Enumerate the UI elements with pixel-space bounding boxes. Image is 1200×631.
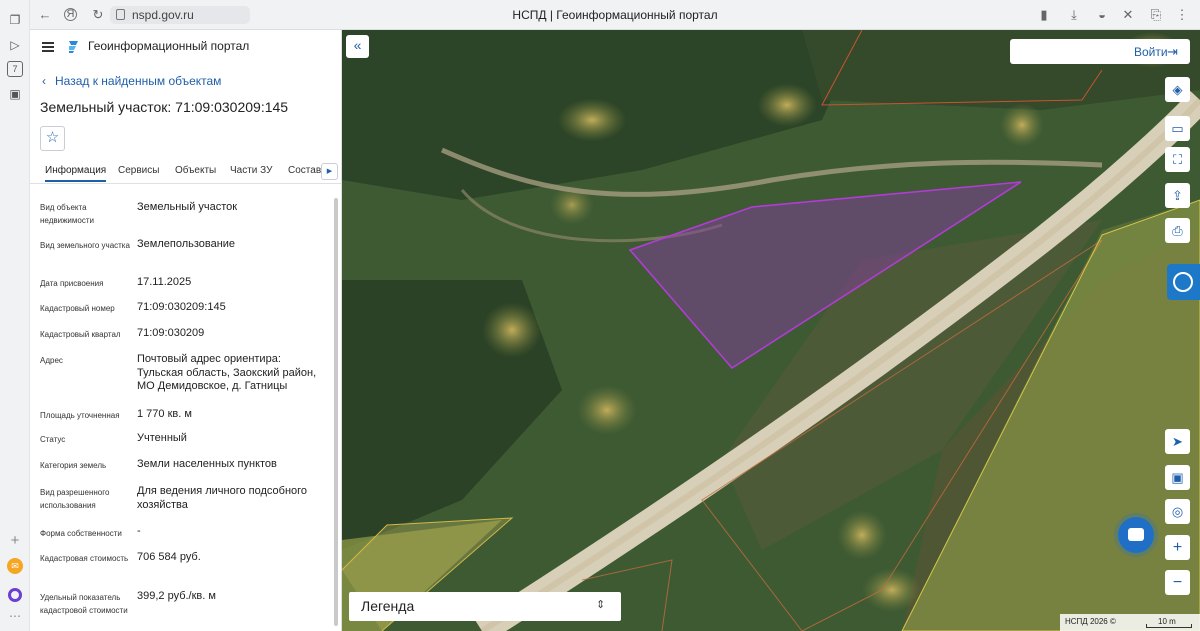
ruler-icon[interactable]: ▭ xyxy=(1165,116,1190,141)
favorite-star-icon[interactable]: ☆ xyxy=(40,126,65,151)
tab-scroll-right-icon[interactable]: ▶ xyxy=(321,163,338,180)
layers-icon[interactable]: ◈ xyxy=(1165,77,1190,102)
chevron-left-icon: ‹ xyxy=(42,74,46,88)
lock-icon xyxy=(116,9,125,20)
map-view[interactable]: « Войти ⇥ ◈ ▭ ⛶ ⇪ ⎙ ➤ ▣ ◎ + − Легенда ⇕ … xyxy=(342,30,1200,631)
field-label: Удельный показатель кадастровой стоимост… xyxy=(40,593,128,615)
field-label: Вид земельного участка xyxy=(40,241,130,250)
field-label: Статус xyxy=(40,435,66,444)
zoom-in-icon[interactable]: + xyxy=(1165,535,1190,560)
object-title: Земельный участок: 71:09:030209:145 xyxy=(40,99,289,115)
field-value: 399,2 руб./кв. м xyxy=(137,590,216,602)
field-label: Вид объекта недвижимости xyxy=(40,203,94,225)
field-value: - xyxy=(137,525,141,537)
browser-sidebar: ❐ ▷ 7 ▣ + ✉ ⋯ xyxy=(0,0,30,631)
scale-bar xyxy=(1146,624,1192,628)
share-icon[interactable]: ⎘ xyxy=(1148,7,1164,23)
field-value: 71:09:030209:145 xyxy=(137,301,226,313)
info-panel: Геоинформационный портал ‹ Назад к найден… xyxy=(30,30,342,631)
back-link-label: Назад к найденным объектам xyxy=(55,74,222,88)
field-label: Адрес xyxy=(40,356,63,365)
calendar-icon[interactable]: 7 xyxy=(7,61,23,77)
field-value: 1 770 кв. м xyxy=(137,408,192,420)
address-text: nspd.gov.ru xyxy=(132,8,194,22)
collapse-panel-icon[interactable]: « xyxy=(346,35,369,58)
tab-information[interactable]: Информация xyxy=(45,165,107,182)
field-label: Кадастровая стоимость xyxy=(40,554,129,563)
geolocation-icon[interactable]: ➤ xyxy=(1165,429,1190,454)
share-map-icon[interactable]: ⇪ xyxy=(1165,183,1190,208)
download-icon[interactable]: ⤓ xyxy=(1066,7,1082,23)
calendar-day: 7 xyxy=(12,64,18,74)
legend-select[interactable]: Легенда ⇕ xyxy=(349,592,621,621)
chat-button-icon[interactable] xyxy=(1118,517,1154,553)
panel-scrollbar[interactable] xyxy=(334,198,338,626)
more-icon[interactable]: ⋯ xyxy=(7,608,23,624)
location-search-icon[interactable]: ◎ xyxy=(1165,499,1190,524)
field-label: Вид разрешенного использования xyxy=(40,488,110,510)
field-value: Землепользование xyxy=(137,238,236,250)
basemap-icon[interactable]: ▣ xyxy=(1165,465,1190,490)
select-area-icon[interactable]: ⛶ xyxy=(1165,147,1190,172)
tab-parts[interactable]: Части ЗУ xyxy=(230,165,272,176)
tab-composition[interactable]: Состав xyxy=(288,165,321,176)
back-arrow-icon[interactable]: ← xyxy=(37,7,53,23)
camera-icon[interactable]: ▣ xyxy=(7,86,23,102)
field-label: Дата присвоения xyxy=(40,279,104,288)
extension-icon[interactable]: ◒ xyxy=(1094,7,1110,23)
zoom-out-icon[interactable]: − xyxy=(1165,570,1190,595)
field-value: 71:09:030209 xyxy=(137,327,205,339)
print-icon[interactable]: ⎙ xyxy=(1165,218,1190,243)
play-icon[interactable]: ▷ xyxy=(7,37,23,53)
address-bar[interactable]: nspd.gov.ru xyxy=(110,6,250,24)
field-label: Форма собственности xyxy=(40,529,122,538)
menu-icon[interactable]: ⋮ xyxy=(1174,7,1190,23)
browser-toolbar: ← Я ↻ nspd.gov.ru НСПД | Геоинформационн… xyxy=(30,0,1200,30)
alice-icon[interactable] xyxy=(8,588,22,602)
chevron-updown-icon: ⇕ xyxy=(596,599,606,611)
field-value: 17.11.2025 xyxy=(137,276,192,288)
attribution-text: НСПД 2026 © xyxy=(1065,617,1116,626)
legend-label: Легенда xyxy=(361,598,415,614)
portal-title: Геоинформационный портал xyxy=(88,39,250,53)
field-value: Земельный участок xyxy=(137,201,238,213)
tab-bar: Информация Сервисы Объекты Части ЗУ Сост… xyxy=(30,156,342,184)
page-title: НСПД | Геоинформационный портал xyxy=(512,8,718,22)
tabs-icon[interactable]: ❐ xyxy=(7,12,23,28)
login-label: Войти xyxy=(1134,45,1168,59)
tab-services[interactable]: Сервисы xyxy=(118,165,159,176)
field-value: Почтовый адрес ориентира: Тульская облас… xyxy=(137,353,317,392)
field-value: 706 584 руб. xyxy=(137,551,201,563)
field-label: Площадь уточненная xyxy=(40,411,120,420)
tools-icon[interactable]: ✕ xyxy=(1120,7,1136,23)
login-button[interactable]: Войти ⇥ xyxy=(1010,39,1190,64)
back-link[interactable]: ‹ Назад к найденным объектам xyxy=(42,74,221,88)
field-value: Земли населенных пунктов xyxy=(137,458,277,470)
nspd-logo-icon xyxy=(69,41,78,53)
field-value: Для ведения личного подсобного хозяйства xyxy=(137,485,308,511)
feedback-tab-icon[interactable] xyxy=(1167,264,1200,300)
mail-icon[interactable]: ✉ xyxy=(7,558,23,574)
login-arrow-icon: ⇥ xyxy=(1167,44,1178,59)
hamburger-menu-icon[interactable] xyxy=(42,42,54,52)
field-label: Категория земель xyxy=(40,461,107,470)
field-value: Учтенный xyxy=(137,432,187,444)
plus-icon[interactable]: + xyxy=(7,533,23,549)
tab-objects[interactable]: Объекты xyxy=(175,165,216,176)
reload-icon[interactable]: ↻ xyxy=(90,7,106,23)
field-label: Кадастровый номер xyxy=(40,304,115,313)
map-attribution: НСПД 2026 © 10 m xyxy=(1060,614,1200,631)
field-label: Кадастровый квартал xyxy=(40,330,121,339)
yandex-icon[interactable]: Я xyxy=(64,8,77,21)
bookmark-icon[interactable]: ▮ xyxy=(1036,7,1052,23)
satellite-imagery xyxy=(342,30,1200,631)
